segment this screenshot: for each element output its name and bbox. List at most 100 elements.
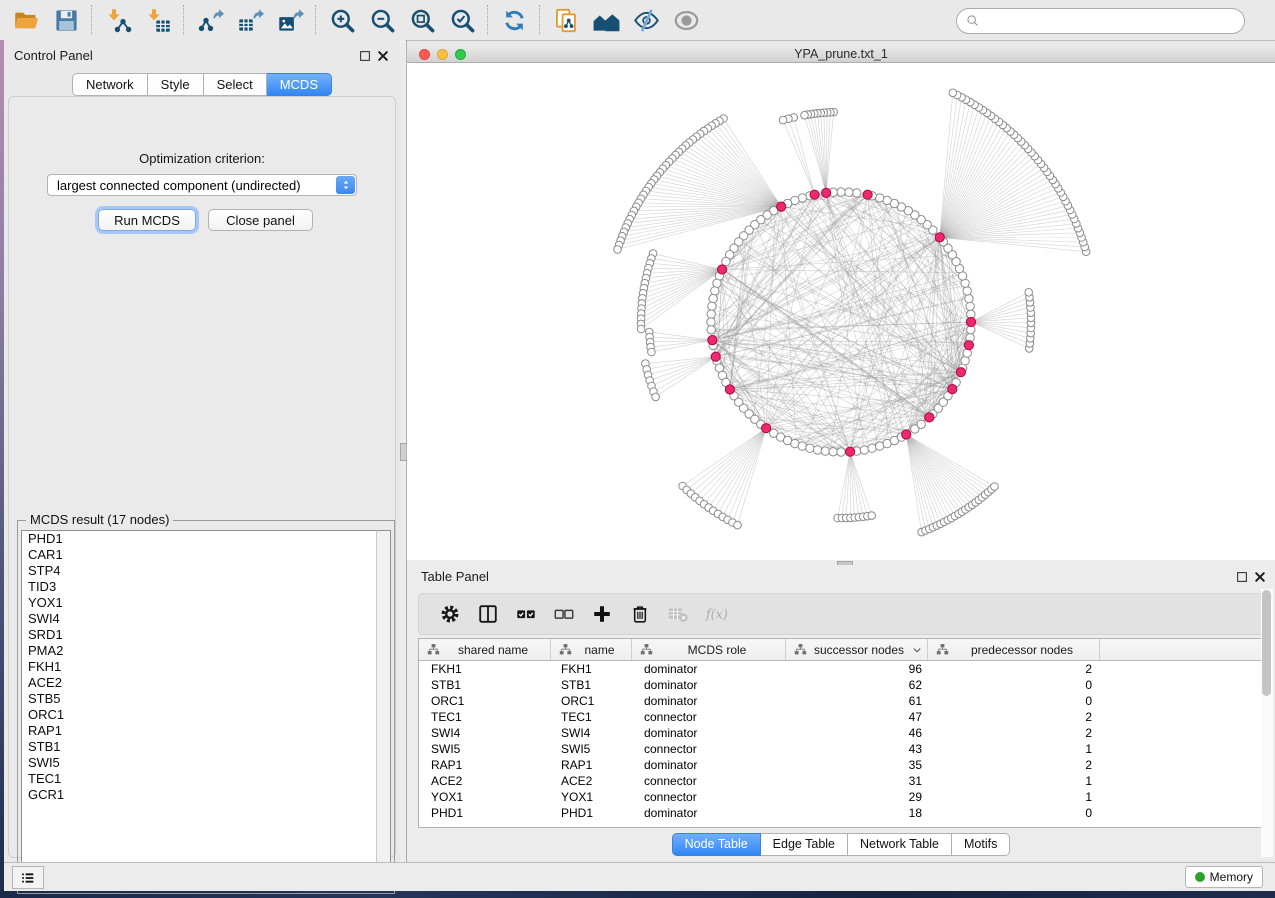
save-session-icon[interactable] [46,3,86,37]
mcds-result-item[interactable]: STB1 [22,739,378,755]
column-header-successor-nodes[interactable]: successor nodes [786,639,928,660]
tab-style[interactable]: Style [148,73,204,96]
table-cell: SWI5 [551,741,632,757]
import-network-icon[interactable] [98,3,138,37]
zoom-fit-icon[interactable] [402,3,442,37]
mcds-result-item[interactable]: YOX1 [22,595,378,611]
mcds-result-item[interactable]: STP4 [22,563,378,579]
table-cell: connector [632,789,786,805]
mcds-result-item[interactable]: GCR1 [22,787,378,803]
hide-details-icon[interactable] [626,3,666,37]
float-table-panel-icon[interactable] [1235,570,1249,584]
column-header-predecessor-nodes[interactable]: predecessor nodes [928,639,1100,660]
close-mcds-panel-button[interactable]: Close panel [208,209,313,231]
table-row[interactable]: TEC1TEC1connector472 [419,709,1262,725]
zoom-out-icon[interactable] [362,3,402,37]
tab-mcds[interactable]: MCDS [267,73,332,96]
table-row[interactable]: ORC1ORC1dominator610 [419,693,1262,709]
search-input[interactable] [981,13,1236,30]
column-label: predecessor nodes [949,643,1095,657]
column-header-mcds-role[interactable]: MCDS role [632,639,786,660]
table-scrollbar[interactable] [1261,589,1273,857]
combo-stepper-icon[interactable] [336,176,355,194]
table-row[interactable]: SWI4SWI4dominator462 [419,725,1262,741]
select-all-icon[interactable] [507,599,545,629]
tab-network[interactable]: Network [72,73,148,96]
export-table-icon[interactable] [230,3,270,37]
mcds-result-item[interactable]: RAP1 [22,723,378,739]
export-network-icon[interactable] [190,3,230,37]
network-canvas[interactable] [407,63,1275,560]
network-titlebar: YPA_prune.txt_1 [407,45,1275,63]
network-home-icon[interactable] [586,3,626,37]
toolbar-separator [91,5,93,35]
table-cell: 47 [786,709,928,725]
mcds-result-item[interactable]: PMA2 [22,643,378,659]
table-delete-icon [659,599,697,629]
main-toolbar-groups [0,0,706,40]
table-body: FKH1FKH1dominator962STB1STB1dominator620… [419,661,1262,821]
table-row[interactable]: STB1STB1dominator620 [419,677,1262,693]
table-row[interactable]: YOX1YOX1connector291 [419,789,1262,805]
table-scrollbar-thumb[interactable] [1262,590,1271,696]
table-row[interactable]: PHD1PHD1dominator180 [419,805,1262,821]
table-row[interactable]: SWI5SWI5connector431 [419,741,1262,757]
mcds-result-scrollbar[interactable] [376,530,391,890]
deselect-all-icon[interactable] [545,599,583,629]
table-cell: 61 [786,693,928,709]
control-panel-header: Control Panel [4,46,400,66]
mcds-result-box: MCDS result (17 nodes) PHD1CAR1STP4TID3Y… [17,520,395,894]
export-image-icon[interactable] [270,3,310,37]
open-file-icon[interactable] [6,3,46,37]
table-cell: 0 [928,693,1100,709]
tab-edge-table[interactable]: Edge Table [761,833,848,856]
column-header-name[interactable]: name [551,639,632,660]
main-toolbar [0,0,1275,41]
close-panel-icon[interactable] [376,49,390,63]
columns-icon[interactable] [469,599,507,629]
task-history-button[interactable] [12,866,44,889]
trash-icon[interactable] [621,599,659,629]
mcds-result-item[interactable]: SWI4 [22,611,378,627]
criterion-select[interactable]: largest connected component (undirected) [47,174,357,196]
mcds-result-item[interactable]: TID3 [22,579,378,595]
memory-status-icon [1195,872,1205,882]
mcds-result-item[interactable]: FKH1 [22,659,378,675]
clone-network-icon[interactable] [546,3,586,37]
fx-icon: f(x) [697,599,735,629]
table-row[interactable]: FKH1FKH1dominator962 [419,661,1262,677]
table-cell: ACE2 [419,773,551,789]
tab-motifs[interactable]: Motifs [952,833,1010,856]
run-mcds-button[interactable]: Run MCDS [98,209,196,231]
table-cell: 1 [928,789,1100,805]
table-cell: TEC1 [419,709,551,725]
tab-network-table[interactable]: Network Table [848,833,952,856]
refresh-icon[interactable] [494,3,534,37]
column-type-icon [559,643,572,656]
memory-button[interactable]: Memory [1185,866,1263,888]
gear-icon[interactable] [431,599,469,629]
mcds-result-item[interactable]: STB5 [22,691,378,707]
zoom-in-icon[interactable] [322,3,362,37]
mcds-result-item[interactable]: PHD1 [22,531,378,547]
search-box[interactable] [956,8,1245,34]
zoom-selected-icon[interactable] [442,3,482,37]
mcds-result-item[interactable]: ACE2 [22,675,378,691]
tab-select[interactable]: Select [204,73,267,96]
float-panel-icon[interactable] [358,49,372,63]
table-row[interactable]: RAP1RAP1dominator352 [419,757,1262,773]
birdseye-icon[interactable] [666,3,706,37]
mcds-result-item[interactable]: SRD1 [22,627,378,643]
mcds-result-item[interactable]: CAR1 [22,547,378,563]
add-icon[interactable] [583,599,621,629]
table-row[interactable]: ACE2ACE2connector311 [419,773,1262,789]
column-type-icon [640,643,653,656]
mcds-result-item[interactable]: ORC1 [22,707,378,723]
import-table-icon[interactable] [138,3,178,37]
mcds-result-item[interactable]: SWI5 [22,755,378,771]
mcds-result-item[interactable]: TEC1 [22,771,378,787]
column-header-shared-name[interactable]: shared name [419,639,551,660]
table-cell: SWI5 [419,741,551,757]
tab-node-table[interactable]: Node Table [672,833,761,856]
close-table-panel-icon[interactable] [1253,570,1267,584]
